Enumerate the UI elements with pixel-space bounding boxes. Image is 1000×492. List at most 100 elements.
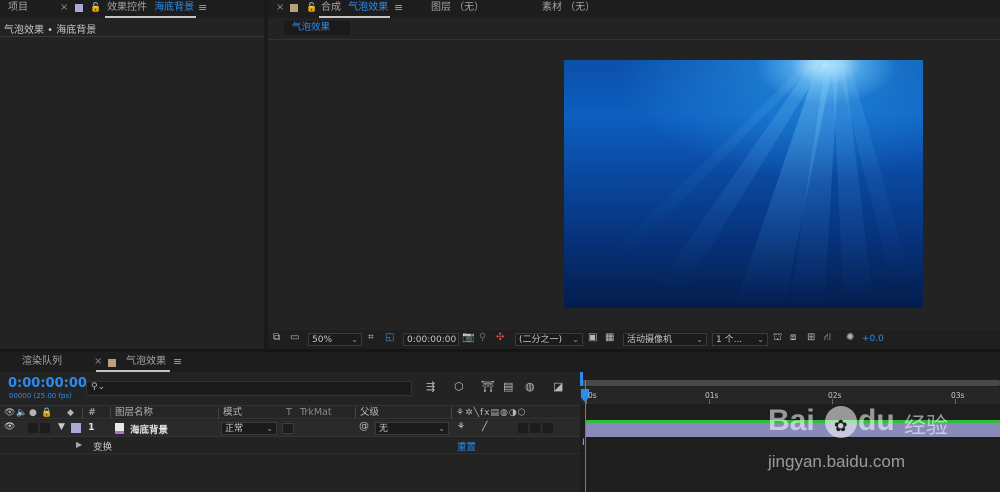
underwater-background-image — [564, 60, 923, 308]
snapshot-icon[interactable]: 📷 — [462, 332, 474, 343]
timeline-icon[interactable]: ⊞ — [807, 332, 815, 343]
comp-subtab[interactable]: 气泡效果 — [284, 21, 350, 35]
layer-label-swatch[interactable] — [71, 423, 81, 433]
expand-arrow-icon[interactable]: ▼ — [58, 422, 65, 432]
visibility-eye-icon[interactable]: 👁 — [4, 422, 15, 432]
zoom-value: 50% — [312, 335, 333, 345]
layer-row[interactable]: 👁 ▼ 1 海底背景 正常 ⌄ @ 无 ⌄ ⚘ ╱ — [0, 420, 580, 437]
switch-box[interactable] — [518, 423, 528, 433]
work-area-start[interactable] — [580, 372, 583, 386]
column-layer-name[interactable]: 图层名称 — [115, 406, 153, 420]
parent-value: 无 — [379, 424, 389, 434]
lock-icon[interactable]: 🔓 — [306, 0, 317, 18]
monitor-icon[interactable]: ▭ — [290, 332, 299, 343]
layer-number: 1 — [88, 422, 95, 433]
shy-switch-icon[interactable]: ⚘ — [457, 422, 465, 432]
switch-box[interactable] — [543, 423, 553, 433]
flowchart-icon[interactable]: ⛙ — [824, 332, 831, 345]
quality-switch-icon[interactable]: ╱ — [482, 422, 487, 432]
resolution-value: (二分之一) — [519, 335, 563, 345]
tab-timeline-comp[interactable]: 气泡效果 — [96, 354, 170, 372]
timeline-tab-label: 气泡效果 — [126, 356, 166, 367]
column-parent[interactable]: 父级 — [360, 406, 379, 420]
work-area-bar[interactable] — [582, 380, 1000, 386]
comp-label-swatch — [290, 4, 298, 12]
motion-blur-icon[interactable]: ◍ — [525, 380, 535, 393]
audio-switch-icon[interactable]: 🔈 — [16, 406, 27, 420]
views-value: 1 个... — [716, 335, 743, 345]
ruler-label: 01s — [705, 391, 719, 400]
layer-search-input[interactable]: ⚲⌄ — [86, 381, 412, 396]
show-snapshot-icon[interactable]: ⚲ — [479, 332, 486, 343]
exposure-value[interactable]: +0.0 — [862, 334, 884, 344]
draft-3d-icon[interactable]: ⛫ — [773, 332, 782, 345]
panel-menu-icon[interactable]: ≡ — [198, 0, 207, 18]
pick-whip-icon[interactable]: @ — [359, 421, 369, 432]
close-icon[interactable]: × — [60, 0, 68, 18]
mask-visibility-icon[interactable]: ◱ — [385, 332, 394, 343]
effect-controls-layer: 海底背景 — [154, 2, 195, 13]
solo-icon[interactable]: ● — [29, 406, 37, 420]
video-switch-icon[interactable]: 👁 — [4, 406, 15, 420]
column-mode[interactable]: 模式 — [223, 406, 242, 420]
draft-3d-icon[interactable]: ⬡ — [454, 380, 464, 393]
blend-mode-select[interactable]: 正常 ⌄ — [221, 422, 277, 435]
tab-render-queue[interactable]: 渲染队列 — [22, 354, 62, 372]
ruler-label: 0s — [588, 391, 597, 400]
panel-menu-icon[interactable]: ≡ — [394, 0, 403, 18]
lock-column-icon[interactable]: 🔒 — [41, 406, 52, 420]
tab-composition[interactable]: 合成 气泡效果 — [319, 0, 391, 18]
layer-column-headers: 👁 🔈 ● 🔒 ◆ # 图层名称 模式 T TrkMat 父级 ⚘✲╲fx▤◍◑… — [0, 405, 580, 419]
exposure-icon[interactable]: ✺ — [846, 332, 854, 343]
comp-label-swatch — [108, 359, 116, 367]
transform-reset-link[interactable]: 重置 — [457, 439, 476, 453]
transform-row[interactable]: ▶ 变换 重置 — [0, 438, 580, 454]
frame-blending-icon[interactable]: ▤ — [503, 380, 513, 393]
blend-mode-value: 正常 — [225, 424, 244, 434]
tab-footage[interactable]: 素材 （无） — [542, 0, 595, 18]
column-number[interactable]: # — [88, 406, 96, 420]
search-icon: ⚲⌄ — [91, 382, 106, 392]
views-select[interactable]: 1 个... ⌄ — [712, 333, 768, 346]
tab-project[interactable]: 项目 — [8, 0, 28, 18]
region-of-interest-icon[interactable]: ▣ — [588, 332, 597, 343]
tab-effect-controls[interactable]: 效果控件 海底背景 — [105, 0, 197, 18]
close-icon[interactable]: × — [276, 0, 284, 18]
channel-icon[interactable]: ✣ — [496, 332, 504, 343]
composition-tabbar: × 🔓 合成 气泡效果 ≡ 图层 （无） 素材 （无） — [268, 0, 1000, 18]
column-trkmat[interactable]: TrkMat — [300, 406, 332, 420]
panel-menu-icon[interactable]: ≡ — [173, 354, 182, 372]
graph-editor-icon[interactable]: ◪ — [553, 380, 563, 393]
lock-toggle[interactable] — [40, 423, 50, 433]
label-column-icon[interactable]: ◆ — [67, 406, 74, 420]
timecode-field[interactable]: 0:00:00:00 — [403, 333, 459, 346]
resolution-select[interactable]: (二分之一) ⌄ — [515, 333, 583, 346]
left-panel-tabbar: 项目 × 🔓 效果控件 海底背景 ≡ — [0, 0, 264, 18]
column-t[interactable]: T — [286, 406, 292, 420]
transparency-grid-icon[interactable]: ▦ — [605, 332, 614, 343]
safe-margins-icon[interactable]: ⌗ — [368, 332, 374, 343]
tab-layer[interactable]: 图层 （无） — [431, 0, 484, 18]
always-preview-icon[interactable]: ⧉ — [273, 332, 280, 343]
parent-select[interactable]: 无 ⌄ — [375, 422, 449, 435]
fast-previews-icon[interactable]: ⧈ — [790, 332, 796, 343]
expand-arrow-icon[interactable]: ▶ — [76, 440, 82, 449]
preserve-transparency-toggle[interactable] — [282, 423, 294, 434]
layer-name[interactable]: 海底背景 — [130, 422, 168, 436]
switches-icons[interactable]: ⚘✲╲fx▤◍◑⬡ — [456, 406, 527, 420]
effect-controls-panel: 气泡效果 • 海底背景 — [0, 18, 264, 349]
current-time[interactable]: 0:00:00:00 — [8, 376, 87, 391]
time-ruler[interactable] — [580, 387, 1000, 404]
zoom-select[interactable]: 50% ⌄ — [308, 333, 362, 346]
lock-icon[interactable]: 🔓 — [90, 0, 101, 18]
composition-tab-label: 合成 — [321, 2, 341, 13]
camera-select[interactable]: 活动摄像机 ⌄ — [623, 333, 707, 346]
composition-mini-flowchart-icon[interactable]: ⇶ — [426, 380, 435, 393]
transform-label: 变换 — [93, 442, 113, 453]
composition-panel: 气泡效果 ⧉ ▭ 50% ⌄ ⌗ ◱ 0:00:00:00 📷 ⚲ ✣ (二分之… — [268, 18, 1000, 349]
composition-tab-name: 气泡效果 — [348, 2, 389, 13]
shy-layers-icon[interactable]: ⛩ — [481, 380, 495, 393]
switch-box[interactable] — [530, 423, 540, 433]
search-field[interactable] — [109, 383, 399, 394]
solo-toggle[interactable] — [28, 423, 38, 433]
